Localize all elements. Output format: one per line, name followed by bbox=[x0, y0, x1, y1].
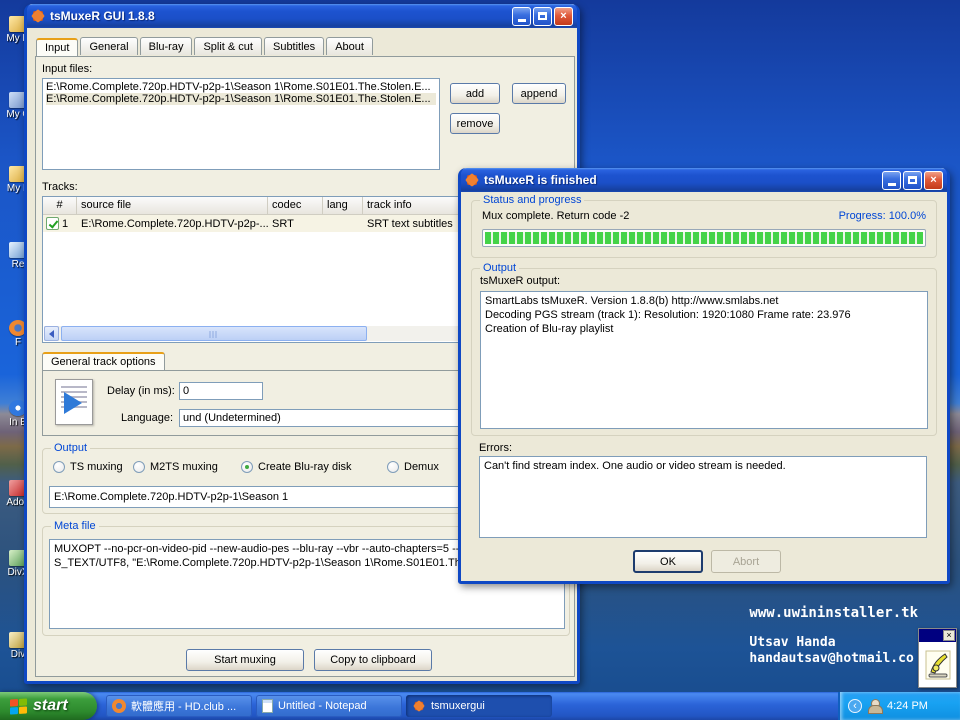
tab-about[interactable]: About bbox=[326, 37, 373, 55]
delay-input[interactable]: 0 bbox=[179, 382, 263, 400]
scrollbar-thumb[interactable] bbox=[61, 326, 367, 341]
tsmuxer-app-icon bbox=[413, 700, 425, 712]
tab-input[interactable]: Input bbox=[36, 38, 78, 56]
pen-hand-icon bbox=[925, 650, 951, 680]
tsmuxer-output-label: tsMuxeR output: bbox=[480, 275, 560, 287]
add-button[interactable]: add bbox=[450, 83, 500, 104]
track-enabled-checkbox[interactable] bbox=[46, 217, 59, 230]
tab-general[interactable]: General bbox=[80, 37, 137, 55]
append-button[interactable]: append bbox=[512, 83, 566, 104]
mini-widget-window: × bbox=[918, 628, 957, 688]
start-button[interactable]: start bbox=[0, 692, 97, 720]
subtitle-file-icon bbox=[55, 379, 93, 425]
radio-demux[interactable]: Demux bbox=[387, 461, 439, 473]
author-text: Utsav Handa bbox=[749, 635, 918, 651]
language-label: Language: bbox=[107, 412, 173, 424]
delay-label: Delay (in ms): bbox=[107, 385, 173, 397]
column-header[interactable]: codec bbox=[268, 197, 323, 214]
status-groupbox: Status and progress Mux complete. Return… bbox=[471, 200, 937, 258]
tsmuxer-app-icon bbox=[31, 9, 45, 23]
messenger-person-icon[interactable] bbox=[867, 699, 882, 714]
dialog-output-group-title: Output bbox=[480, 262, 519, 274]
firefox-icon bbox=[112, 699, 126, 713]
meta-file-group-title: Meta file bbox=[51, 520, 99, 532]
copy-to-clipboard-button[interactable]: Copy to clipboard bbox=[314, 649, 432, 671]
dialog-output-groupbox: Output tsMuxeR output: SmartLabs tsMuxeR… bbox=[471, 268, 937, 436]
desktop: My D My C My F Re F In E Adob DivX Div w… bbox=[0, 0, 960, 720]
column-header[interactable]: lang bbox=[323, 197, 363, 214]
tsmuxer-finished-dialog: tsMuxeR is finished × Status and progres… bbox=[458, 168, 950, 584]
maximize-button[interactable] bbox=[533, 7, 552, 26]
radio-ts-muxing[interactable]: TS muxing bbox=[53, 461, 133, 473]
windows-flag-icon bbox=[10, 698, 27, 714]
close-button[interactable]: × bbox=[554, 7, 573, 26]
tab-split-cut[interactable]: Split & cut bbox=[194, 37, 262, 55]
close-button[interactable]: × bbox=[924, 171, 943, 190]
radio-create-bluray[interactable]: Create Blu-ray disk bbox=[241, 461, 387, 473]
status-message: Mux complete. Return code -2 bbox=[482, 210, 629, 222]
tab-strip: InputGeneralBlu-raySplit & cutSubtitlesA… bbox=[36, 37, 375, 55]
progress-bar bbox=[482, 229, 926, 247]
main-titlebar[interactable]: tsMuxeR GUI 1.8.8 × bbox=[27, 4, 577, 28]
tab-general-track-options[interactable]: General track options bbox=[42, 352, 165, 370]
tsmuxer-app-icon bbox=[465, 173, 479, 187]
dialog-title: tsMuxeR is finished bbox=[484, 173, 880, 187]
track-codec: SRT bbox=[268, 218, 323, 230]
minimize-button[interactable] bbox=[512, 7, 531, 26]
abort-button[interactable]: Abort bbox=[711, 550, 781, 573]
column-header[interactable]: # bbox=[43, 197, 77, 214]
radio-m2ts-muxing[interactable]: M2TS muxing bbox=[133, 461, 241, 473]
tab-subtitles[interactable]: Subtitles bbox=[264, 37, 324, 55]
close-icon[interactable]: × bbox=[943, 630, 955, 641]
input-files-label: Input files: bbox=[42, 63, 92, 75]
minimize-button[interactable] bbox=[882, 171, 901, 190]
output-group-title: Output bbox=[51, 442, 90, 454]
list-item[interactable]: E:\Rome.Complete.720p.HDTV-p2p-1\Season … bbox=[46, 93, 436, 105]
email-text: handautsav@hotmail.co bbox=[749, 651, 918, 667]
mini-widget-titlebar: × bbox=[919, 629, 956, 642]
progress-label: Progress: 100.0% bbox=[839, 210, 926, 222]
taskbar: start 軟體應用 - HD.club ... Untitled - Note… bbox=[0, 692, 960, 720]
maximize-button[interactable] bbox=[903, 171, 922, 190]
remove-button[interactable]: remove bbox=[450, 113, 500, 134]
chevron-left-icon[interactable]: ‹ bbox=[848, 699, 862, 713]
track-source: E:\Rome.Complete.720p.HDTV-p2p-... bbox=[77, 218, 268, 230]
column-header[interactable]: source file bbox=[77, 197, 268, 214]
taskbar-item-firefox[interactable]: 軟體應用 - HD.club ... bbox=[106, 695, 252, 717]
status-group-title: Status and progress bbox=[480, 194, 584, 206]
desktop-overlay-text: www.uwininstaller.tk Utsav Handa handaut… bbox=[749, 605, 918, 667]
track-number: 1 bbox=[62, 218, 68, 230]
taskbar-item-tsmuxergui[interactable]: tsmuxergui bbox=[406, 695, 552, 717]
errors-textarea[interactable]: Can't find stream index. One audio or vi… bbox=[479, 456, 927, 538]
system-tray: ‹ 4:24 PM bbox=[838, 692, 960, 720]
taskbar-item-notepad[interactable]: Untitled - Notepad bbox=[256, 695, 402, 717]
tsmuxer-output-textarea[interactable]: SmartLabs tsMuxeR. Version 1.8.8(b) http… bbox=[480, 291, 928, 429]
input-files-listbox[interactable]: E:\Rome.Complete.720p.HDTV-p2p-1\Season … bbox=[42, 78, 440, 170]
tracks-label: Tracks: bbox=[42, 181, 78, 193]
start-muxing-button[interactable]: Start muxing bbox=[186, 649, 304, 671]
website-text: www.uwininstaller.tk bbox=[749, 605, 918, 621]
list-item[interactable]: E:\Rome.Complete.720p.HDTV-p2p-1\Season … bbox=[46, 81, 436, 93]
window-title: tsMuxeR GUI 1.8.8 bbox=[50, 9, 510, 23]
scroll-left-arrow[interactable] bbox=[44, 326, 59, 341]
tab-bluray[interactable]: Blu-ray bbox=[140, 37, 193, 55]
ok-button[interactable]: OK bbox=[633, 550, 703, 573]
notepad-icon bbox=[262, 699, 273, 713]
dialog-titlebar[interactable]: tsMuxeR is finished × bbox=[461, 168, 947, 192]
progress-fill bbox=[485, 232, 923, 244]
clock[interactable]: 4:24 PM bbox=[887, 700, 928, 712]
errors-label: Errors: bbox=[479, 442, 512, 454]
